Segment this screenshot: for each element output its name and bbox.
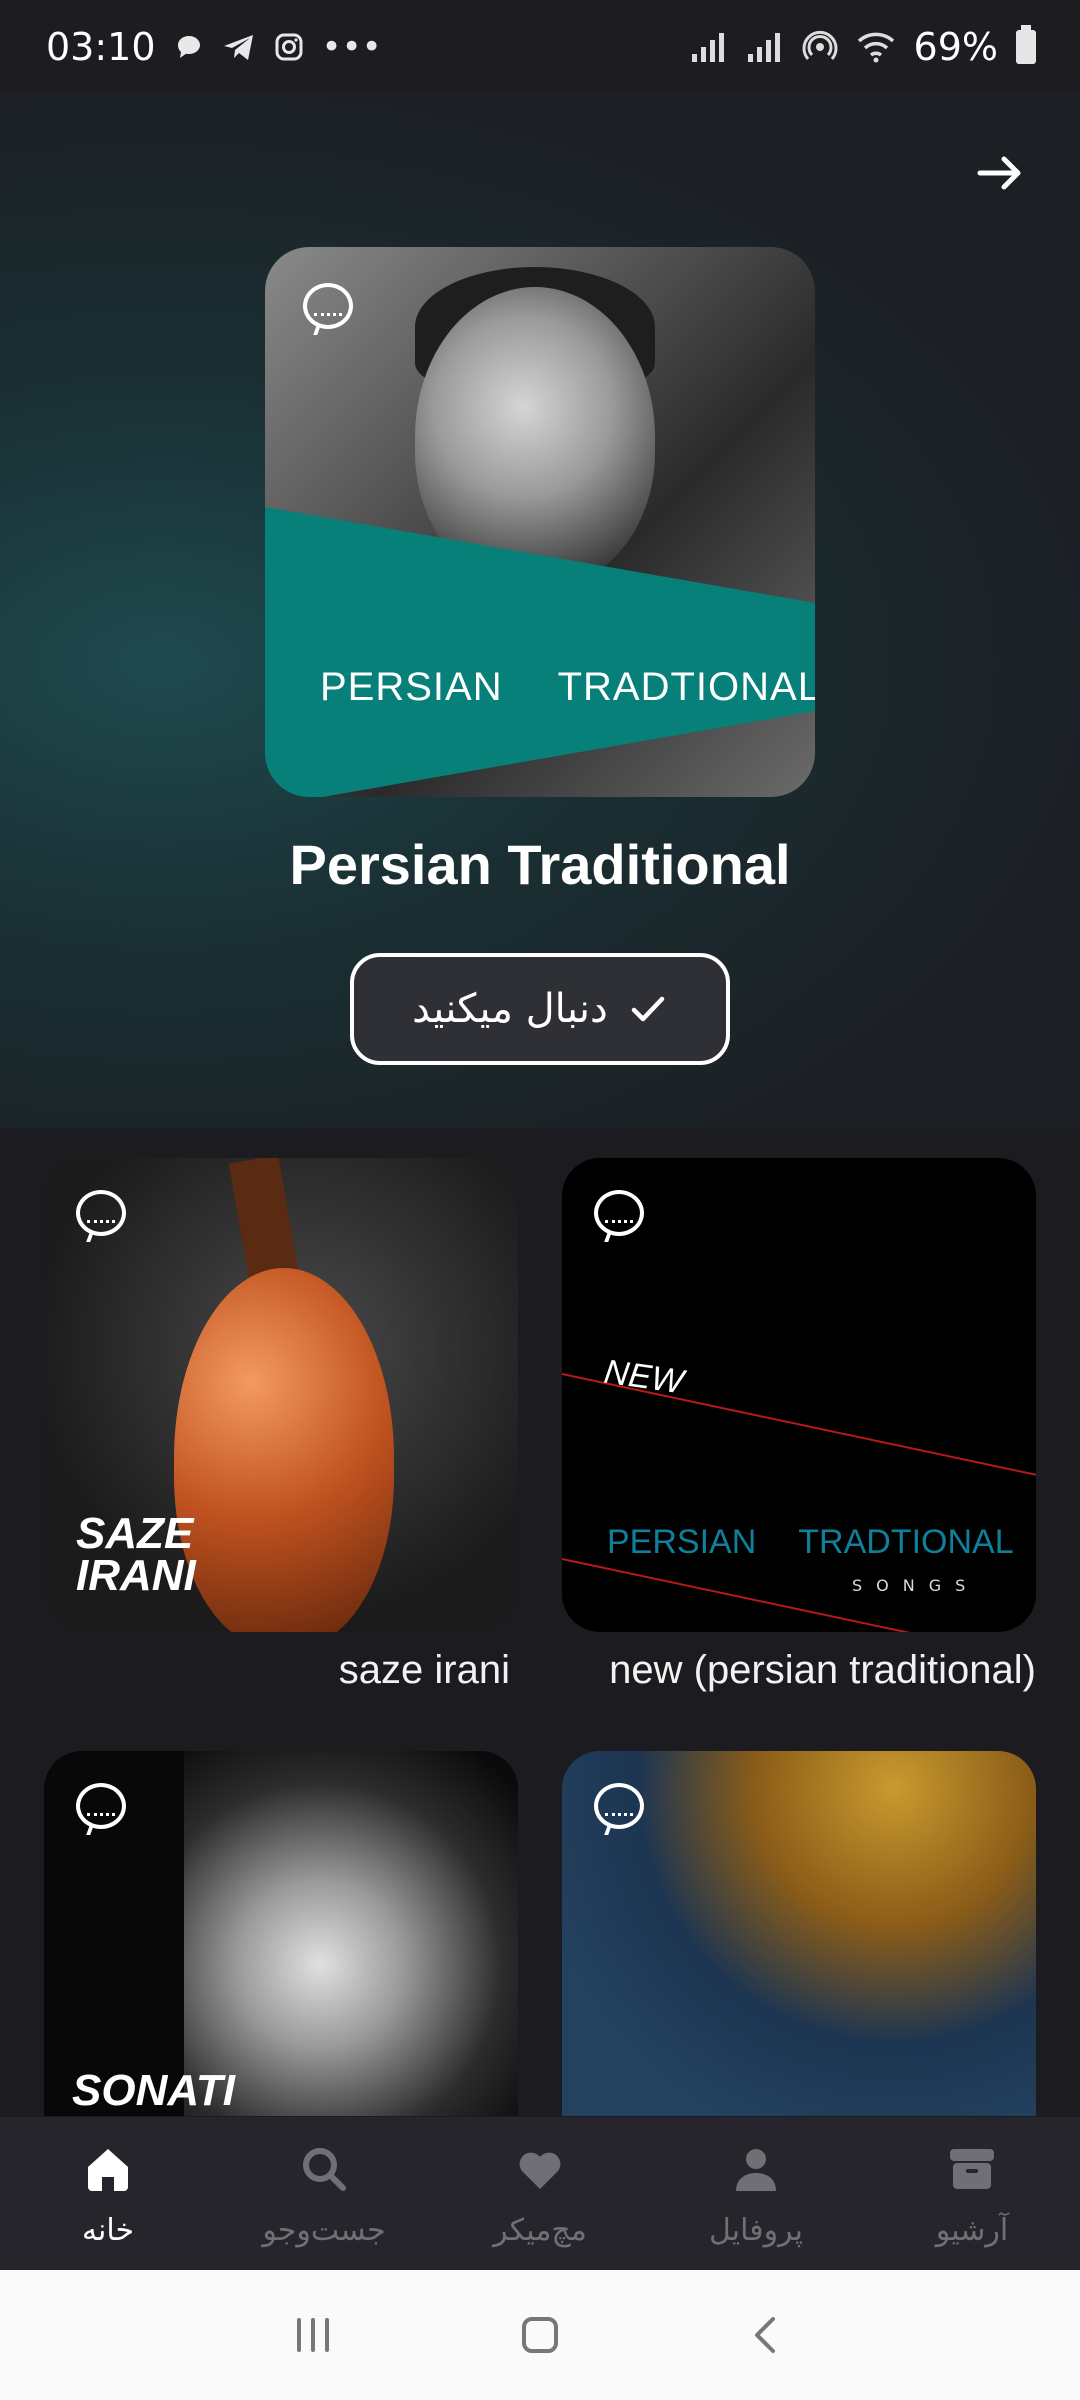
- playlist-title: Persian Traditional: [289, 833, 791, 896]
- instagram-icon: [275, 33, 303, 60]
- nav-label: خانه: [81, 2213, 135, 2248]
- following-label: دنبال میکنید: [412, 986, 608, 1032]
- cover-text-word: TRADTIONAL: [557, 665, 815, 709]
- playlist-card-label[interactable]: new (persian traditional): [609, 1648, 1036, 1693]
- telegram-icon: [223, 34, 253, 60]
- card-cover-word: NEW: [601, 1352, 686, 1402]
- signal-icon-2: [747, 32, 780, 62]
- card-cover-word: PERSIAN: [607, 1523, 757, 1561]
- playlist-card[interactable]: [562, 1751, 1036, 2116]
- cover-text: PERSIAN TRADTIONAL: [320, 665, 815, 710]
- artist-photo: [184, 1751, 518, 2116]
- brand-logo-icon: [303, 283, 353, 329]
- nav-label: جست‌وجو: [262, 2213, 386, 2248]
- card-cover-word: SONGS: [852, 1576, 980, 1595]
- heart-icon: [519, 2152, 561, 2189]
- brand-logo-icon: [76, 1190, 126, 1236]
- recent-apps-icon[interactable]: [283, 2305, 343, 2365]
- back-arrow-icon[interactable]: [972, 145, 1028, 201]
- user-icon: [736, 2149, 776, 2191]
- status-right: 69%: [690, 24, 1036, 69]
- nav-archive[interactable]: آرشیو: [864, 2117, 1080, 2248]
- playlist-card[interactable]: SONATI: [44, 1751, 518, 2116]
- status-bar: 03:10 ••• 69%: [0, 0, 1080, 93]
- brand-logo-icon: [76, 1783, 126, 1829]
- nav-home[interactable]: خانه: [0, 2117, 216, 2248]
- clock: 03:10: [46, 24, 156, 69]
- search-icon: [303, 2148, 346, 2191]
- brand-logo-icon: [594, 1190, 644, 1236]
- brand-logo-icon: [594, 1783, 644, 1829]
- playlist-card-label[interactable]: saze irani: [339, 1648, 510, 1693]
- nav-label: پروفایل: [709, 2213, 803, 2248]
- home-icon: [88, 2149, 128, 2191]
- card-cover-text: SAZE IRANI: [76, 1509, 196, 1600]
- status-left: 03:10 •••: [46, 25, 382, 69]
- nav-label: آرشیو: [935, 2213, 1009, 2248]
- hotspot-icon: [802, 30, 837, 60]
- nav-profile[interactable]: پروفایل: [648, 2117, 864, 2248]
- card-cover-word: SONATI: [72, 2066, 235, 2115]
- battery-percent: 69%: [913, 24, 998, 69]
- back-button-icon[interactable]: [737, 2305, 797, 2365]
- playlist-card[interactable]: SAZE IRANI: [44, 1158, 518, 1632]
- card-cover-word: IRANI: [76, 1551, 196, 1600]
- battery-icon: [1016, 24, 1036, 64]
- nav-label: مچ‌میکر: [493, 2213, 587, 2248]
- following-button[interactable]: دنبال میکنید: [350, 953, 730, 1065]
- card-cover-word: SAZE: [76, 1509, 194, 1558]
- check-icon: [631, 996, 665, 1022]
- decor-line: [562, 1558, 1036, 1632]
- playlist-cover: PERSIAN TRADTIONAL: [265, 247, 815, 797]
- playlist-header: PERSIAN TRADTIONAL Persian Traditional دن…: [0, 93, 1080, 1128]
- cover-text-word: PERSIAN: [320, 665, 503, 709]
- signal-icon: [691, 32, 724, 62]
- card-cover-text: PERSIAN TRADTIONAL: [607, 1523, 1014, 1562]
- wifi-icon: [857, 32, 894, 62]
- archive-icon: [950, 2149, 994, 2189]
- system-nav-bar: [0, 2270, 1080, 2400]
- chat-bubble-icon: [177, 35, 200, 58]
- playlist-card[interactable]: NEW PERSIAN TRADTIONAL SONGS: [562, 1158, 1036, 1632]
- nav-matchmaker[interactable]: مچ‌میکر: [432, 2117, 648, 2248]
- more-dots-icon: •••: [321, 26, 382, 67]
- nav-search[interactable]: جست‌وجو: [216, 2117, 432, 2248]
- setar-image: [174, 1268, 394, 1632]
- card-cover-word: TRADTIONAL: [798, 1523, 1014, 1561]
- bottom-nav: خانه جست‌وجو مچ‌میکر پروفایل آرشیو: [0, 2117, 1080, 2270]
- home-button-icon[interactable]: [510, 2305, 570, 2365]
